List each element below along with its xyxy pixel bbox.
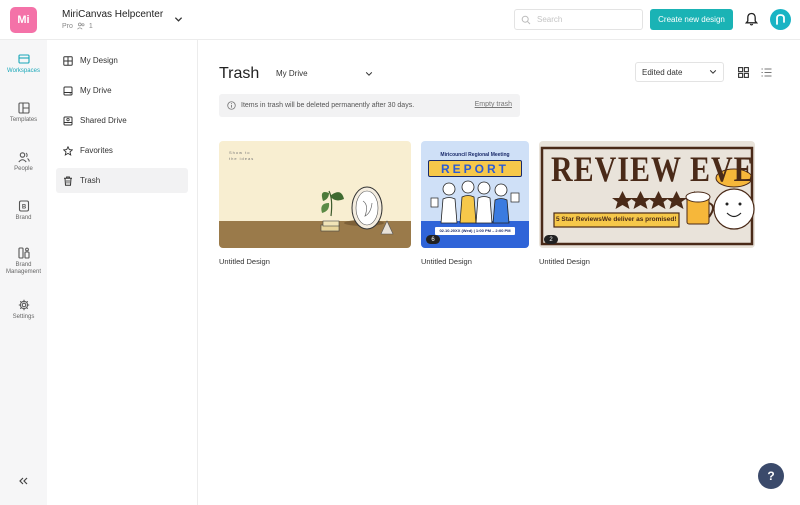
- subnav-item-favorites[interactable]: Favorites: [56, 138, 188, 163]
- design-card[interactable]: Miricouncil Regional Meeting REPORT 02.1…: [421, 141, 529, 266]
- sort-select[interactable]: Edited date: [635, 62, 724, 82]
- subnav-item-trash[interactable]: Trash: [56, 168, 188, 193]
- design-thumbnail[interactable]: REVIEW EVENT 5 Star ReviewsWe deliver as…: [539, 141, 755, 248]
- collapse-sidebar-icon[interactable]: [17, 475, 29, 487]
- rail-label: Brand Management: [5, 262, 42, 275]
- workspaces-icon: [17, 54, 30, 64]
- drive-filter-value: My Drive: [276, 69, 308, 78]
- main-content: Trash My Drive Edited date Items in tras…: [198, 40, 800, 505]
- rail-item-brand-management[interactable]: Brand Management: [0, 247, 47, 276]
- team-meta: Pro 1: [62, 22, 93, 30]
- grid-view-icon[interactable]: [738, 67, 749, 78]
- search-box[interactable]: [514, 9, 643, 30]
- page-count-badge: 6: [426, 235, 440, 244]
- empty-trash-link[interactable]: Empty trash: [475, 101, 512, 108]
- left-rail: Workspaces Templates People B Brand Bran…: [0, 40, 47, 505]
- chevron-down-icon: [709, 70, 717, 74]
- page-title: Trash: [219, 65, 260, 82]
- rail-label: Settings: [12, 314, 35, 320]
- list-view-icon[interactable]: [761, 67, 772, 78]
- help-chat-button[interactable]: ?: [758, 463, 784, 489]
- thumb-text-line: 02.10.20XX (Wed) | 1:00 PM – 2:00 PM: [439, 228, 511, 233]
- review-caption: 5 Star ReviewsWe deliver as promised!: [556, 216, 677, 223]
- avatar[interactable]: [770, 9, 791, 30]
- brand-icon: B: [18, 200, 29, 212]
- brand-management-icon: [17, 247, 30, 259]
- search-input[interactable]: [537, 15, 632, 24]
- rail-label: Brand: [15, 215, 32, 221]
- my-drive-icon: [63, 86, 73, 95]
- rail-item-people[interactable]: People: [0, 151, 47, 173]
- search-icon: [521, 15, 531, 24]
- subnav-label: Favorites: [80, 146, 113, 155]
- rail-item-settings[interactable]: Settings: [0, 299, 47, 321]
- rail-item-templates[interactable]: Templates: [0, 102, 47, 124]
- subnav-label: My Drive: [80, 86, 112, 95]
- chevron-down-icon: [365, 71, 373, 76]
- page-count-badge: 2: [544, 235, 558, 244]
- star-icon: [63, 145, 73, 156]
- thumb-text-line: We deliver as promised!: [601, 216, 677, 223]
- top-header: Mi MiriCanvas Helpcenter Pro 1 Create ne…: [0, 0, 800, 40]
- subnav-item-my-drive[interactable]: My Drive: [56, 78, 188, 103]
- svg-text:B: B: [21, 205, 26, 211]
- trash-icon: [64, 176, 72, 186]
- rail-label: Templates: [9, 117, 38, 123]
- logo-text: Mi: [17, 14, 30, 26]
- templates-icon: [17, 102, 30, 114]
- app-logo[interactable]: Mi: [10, 7, 37, 33]
- subnav-label: Shared Drive: [80, 116, 127, 125]
- people-icon: [17, 152, 30, 163]
- design-title[interactable]: Untitled Design: [539, 257, 590, 266]
- design-thumbnail[interactable]: Show to the ideas: [219, 141, 411, 248]
- create-new-design-button[interactable]: Create new design: [650, 9, 733, 30]
- rail-item-workspaces[interactable]: Workspaces: [0, 53, 47, 75]
- rail-label: People: [14, 166, 33, 172]
- info-icon: [227, 101, 236, 110]
- question-mark-icon: ?: [767, 469, 775, 483]
- avatar-glyph-icon: [776, 14, 785, 25]
- drive-filter-select[interactable]: My Drive: [276, 67, 373, 80]
- bell-icon[interactable]: [745, 12, 758, 26]
- thumb-text-line: the ideas: [229, 156, 255, 161]
- members-icon: [77, 22, 85, 30]
- plan-label: Pro: [62, 22, 73, 30]
- rail-label: Workspaces: [7, 68, 40, 74]
- design-card[interactable]: Show to the ideas Untitled Design: [219, 141, 411, 266]
- sort-value: Edited date: [642, 67, 683, 77]
- drive-sidebar: My Design My Drive Shared Drive Favorite…: [47, 40, 198, 505]
- design-card[interactable]: REVIEW EVENT 5 Star ReviewsWe deliver as…: [539, 141, 755, 266]
- trash-notice: Items in trash will be deleted permanent…: [219, 94, 520, 117]
- subnav-label: Trash: [80, 176, 101, 185]
- design-title[interactable]: Untitled Design: [421, 257, 472, 266]
- team-name[interactable]: MiriCanvas Helpcenter: [62, 9, 163, 20]
- chevron-down-icon[interactable]: [174, 15, 183, 24]
- thumb-text-line: Show to: [229, 150, 251, 155]
- thumb-text-line: REVIEW EVENT: [551, 150, 755, 190]
- rail-item-brand[interactable]: B Brand: [0, 200, 47, 222]
- thumb-text-line: 5 Star Reviews: [556, 216, 602, 223]
- my-design-icon: [63, 55, 73, 66]
- subnav-item-my-design[interactable]: My Design: [56, 48, 188, 73]
- subnav-label: My Design: [80, 56, 118, 65]
- shared-drive-icon: [63, 116, 73, 125]
- member-count: 1: [88, 22, 93, 30]
- settings-icon: [18, 299, 29, 311]
- subnav-item-shared-drive[interactable]: Shared Drive: [56, 108, 188, 133]
- design-thumbnail[interactable]: Miricouncil Regional Meeting REPORT 02.1…: [421, 141, 529, 248]
- design-title[interactable]: Untitled Design: [219, 257, 270, 266]
- notice-text: Items in trash will be deleted permanent…: [241, 102, 415, 109]
